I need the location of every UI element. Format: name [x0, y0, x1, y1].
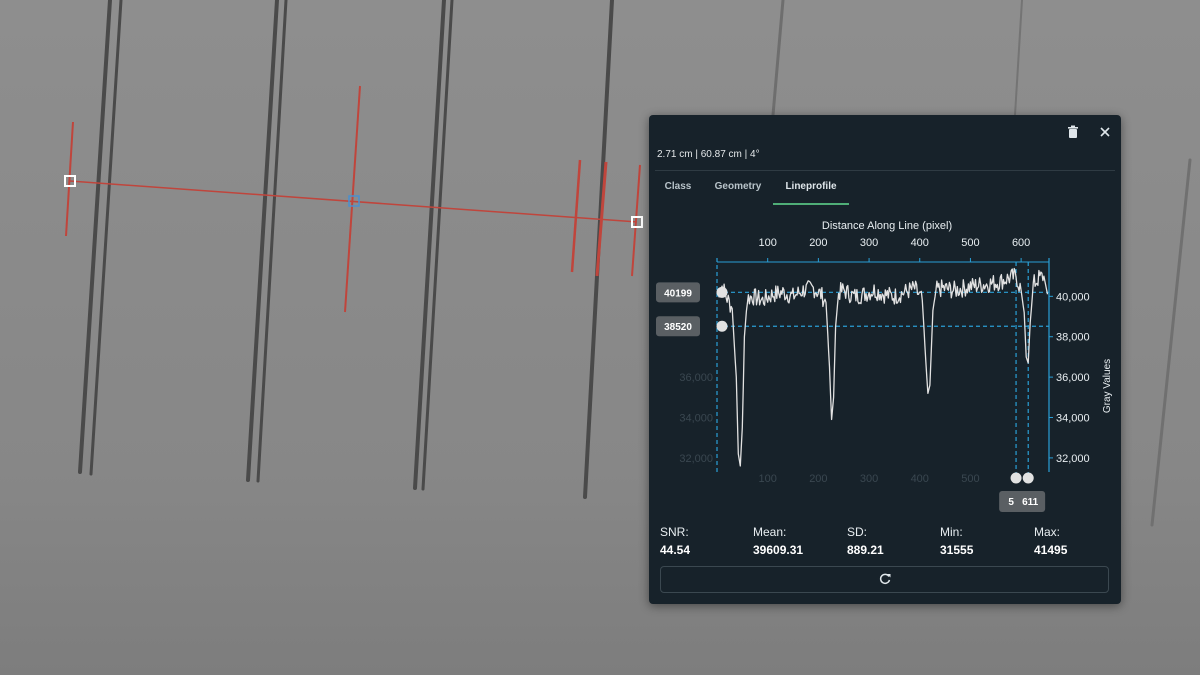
- y-axis-ticks: 40,000 38,000 36,000 34,000 32,000: [1049, 291, 1090, 465]
- x-tick-label: 400: [911, 237, 929, 249]
- y-axis-title: Gray Values: [1102, 359, 1113, 413]
- line-profile-chart: 100 200 300 400 500 36,000 34,000 32,000 Distan…: [656, 220, 1113, 512]
- faded-x-tick-label: 100: [759, 473, 777, 485]
- x-axis-ticks: 100 200 300 400 500 600: [759, 237, 1030, 262]
- faded-x-tick-label: 400: [911, 473, 929, 485]
- x-tick-label: 600: [1012, 237, 1030, 249]
- x-marker-handle: [1022, 472, 1034, 484]
- faded-axis-labels: 100 200 300 400 500 36,000 34,000 32,000: [679, 372, 979, 485]
- refresh-button[interactable]: [660, 566, 1109, 593]
- max-label: Max:: [1034, 525, 1061, 539]
- faded-y-tick-label: 34,000: [679, 413, 713, 425]
- faded-y-tick-label: 32,000: [679, 453, 713, 465]
- faded-x-tick-label: 200: [809, 473, 827, 485]
- profile-series-line: [716, 267, 1049, 467]
- y-tick-label: 36,000: [1056, 372, 1090, 384]
- x-marker-handle: [1010, 472, 1022, 484]
- x-tick-label: 100: [759, 237, 777, 249]
- snr-value: 44.54: [660, 543, 691, 557]
- x-tick-label: 500: [961, 237, 979, 249]
- y-tick-label: 34,000: [1056, 413, 1090, 425]
- x-tick-label: 200: [809, 237, 827, 249]
- sd-label: SD:: [847, 525, 868, 539]
- x-marker-start-value: 5: [1008, 497, 1014, 508]
- min-value: 31555: [940, 543, 974, 557]
- y-marker-value: 38520: [664, 322, 692, 333]
- x-tick-label: 300: [860, 237, 878, 249]
- tab-geometry[interactable]: Geometry: [713, 181, 763, 203]
- snr-label: SNR:: [660, 525, 689, 539]
- sd-value: 889.21: [847, 543, 884, 557]
- measurement-readout: 2.71 cm | 60.87 cm | 4°: [657, 149, 760, 160]
- max-value: 41495: [1034, 543, 1068, 557]
- y-marker-handle: [716, 286, 728, 298]
- header-divider: [655, 170, 1115, 171]
- refresh-icon: [879, 573, 891, 585]
- y-tick-label: 38,000: [1056, 332, 1090, 344]
- line-profile-panel: 2.71 cm | 60.87 cm | 4° Class Geometry L…: [649, 115, 1121, 604]
- tab-class[interactable]: Class: [663, 181, 693, 203]
- mean-label: Mean:: [753, 525, 787, 539]
- y-tick-label: 40,000: [1056, 291, 1090, 303]
- mean-value: 39609.31: [753, 543, 804, 557]
- y-tick-label: 32,000: [1056, 453, 1090, 465]
- min-label: Min:: [940, 525, 963, 539]
- x-marker-end-value: 611: [1022, 497, 1039, 508]
- marker-handles: 40199 38520 5 611: [656, 282, 1046, 512]
- tab-lineprofile[interactable]: Lineprofile: [773, 181, 849, 205]
- trash-icon[interactable]: [1064, 123, 1082, 141]
- faded-x-tick-label: 300: [860, 473, 878, 485]
- x-axis-title: Distance Along Line (pixel): [822, 220, 952, 232]
- close-icon[interactable]: [1096, 123, 1114, 141]
- marker-guides: [717, 262, 1049, 473]
- faded-y-tick-label: 36,000: [679, 372, 713, 384]
- y-marker-handle: [716, 320, 728, 332]
- y-marker-value: 40199: [664, 288, 692, 299]
- faded-x-tick-label: 500: [961, 473, 979, 485]
